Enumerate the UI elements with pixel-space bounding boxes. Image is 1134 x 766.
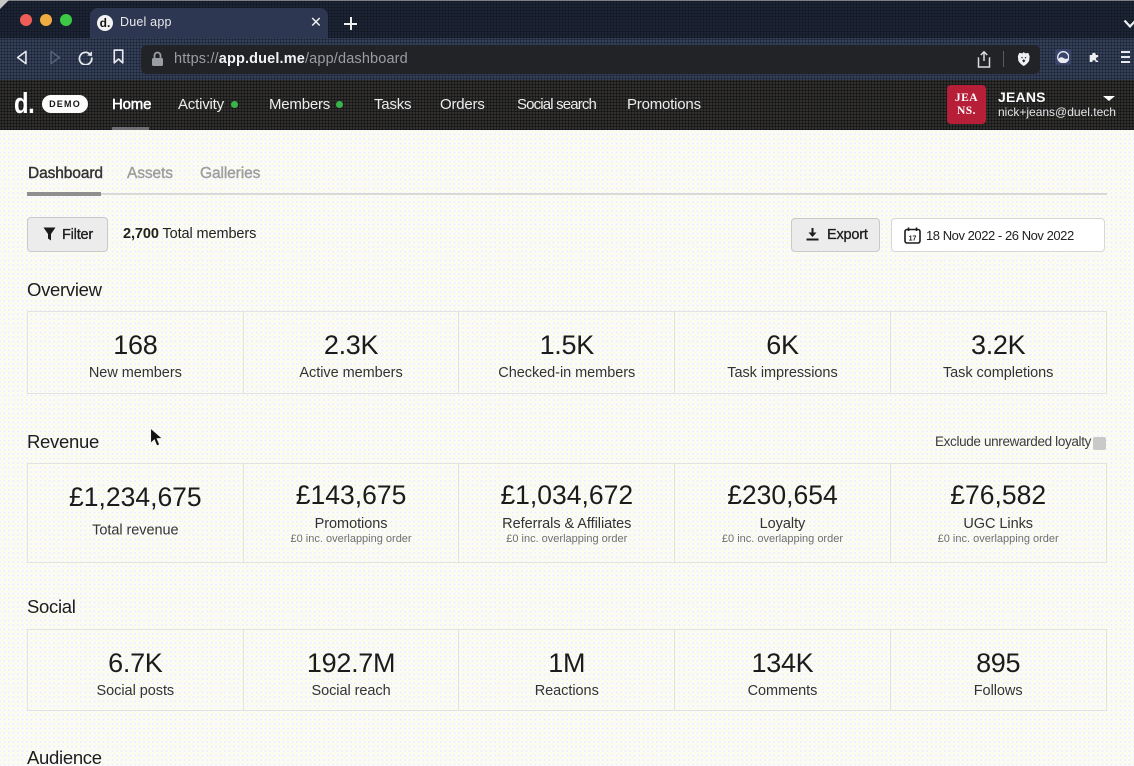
svg-text:17: 17	[909, 236, 917, 243]
